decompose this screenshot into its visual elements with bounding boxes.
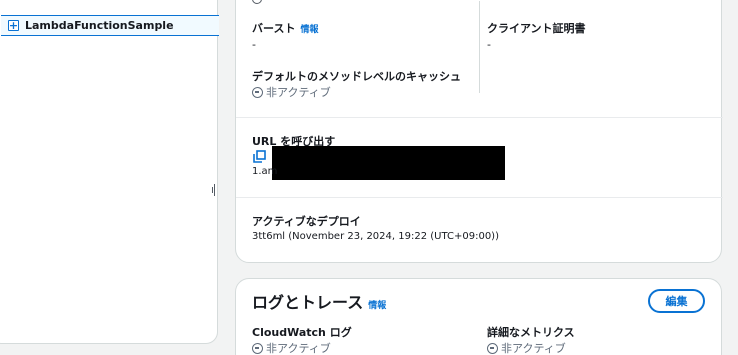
burst-label: バースト 情報: [252, 20, 318, 36]
redacted-url: [272, 146, 505, 180]
client-cert-label: クライアント証明書: [487, 22, 586, 35]
cache-status-text: 非アクティブ: [266, 86, 331, 99]
active-deploy-value: 3tt6ml (November 23, 2024, 19:22 (UTC+09…: [252, 231, 499, 242]
detailed-metrics-label: 詳細なメトリクス: [487, 326, 575, 339]
copy-icon[interactable]: [253, 150, 266, 163]
burst-value: -: [252, 38, 256, 51]
burst-label-text: バースト: [252, 22, 296, 35]
inactive-status-icon: [252, 342, 263, 354]
cache-status: 非アクティブ: [252, 84, 331, 100]
tree-item-lambda-function-sample[interactable]: + LambdaFunctionSample: [1, 15, 219, 36]
logs-info-link[interactable]: 情報: [368, 301, 386, 311]
client-cert-value: -: [487, 38, 491, 51]
invoke-url-fragment[interactable]: 1.am: [252, 166, 277, 177]
inactive-status-icon: [252, 86, 263, 98]
inactive-status-icon: [487, 342, 498, 354]
detailed-metrics-status-text: 非アクティブ: [501, 342, 566, 355]
tree-item-label[interactable]: LambdaFunctionSample: [25, 19, 174, 32]
resize-handle-icon[interactable]: [212, 184, 215, 196]
section-divider: [236, 197, 723, 198]
burst-info-link[interactable]: 情報: [300, 25, 318, 35]
column-divider: [479, 1, 480, 93]
section-divider: [236, 117, 723, 118]
detailed-metrics-status: 非アクティブ: [487, 340, 566, 355]
cloudwatch-status-text: 非アクティブ: [266, 342, 331, 355]
edit-button[interactable]: 編集: [648, 289, 705, 313]
logs-tracing-title: ログとトレース 情報: [252, 289, 386, 313]
resource-tree-panel: + LambdaFunctionSample: [0, 0, 219, 344]
cache-label: デフォルトのメソッドレベルのキャッシュ: [252, 70, 461, 83]
active-deploy-label: アクティブなデプロイ: [252, 215, 361, 228]
expand-icon[interactable]: +: [8, 20, 19, 31]
cloudwatch-status: 非アクティブ: [252, 340, 331, 355]
cloudwatch-label: CloudWatch ログ: [252, 326, 352, 339]
logs-tracing-title-text: ログとトレース: [252, 293, 364, 312]
